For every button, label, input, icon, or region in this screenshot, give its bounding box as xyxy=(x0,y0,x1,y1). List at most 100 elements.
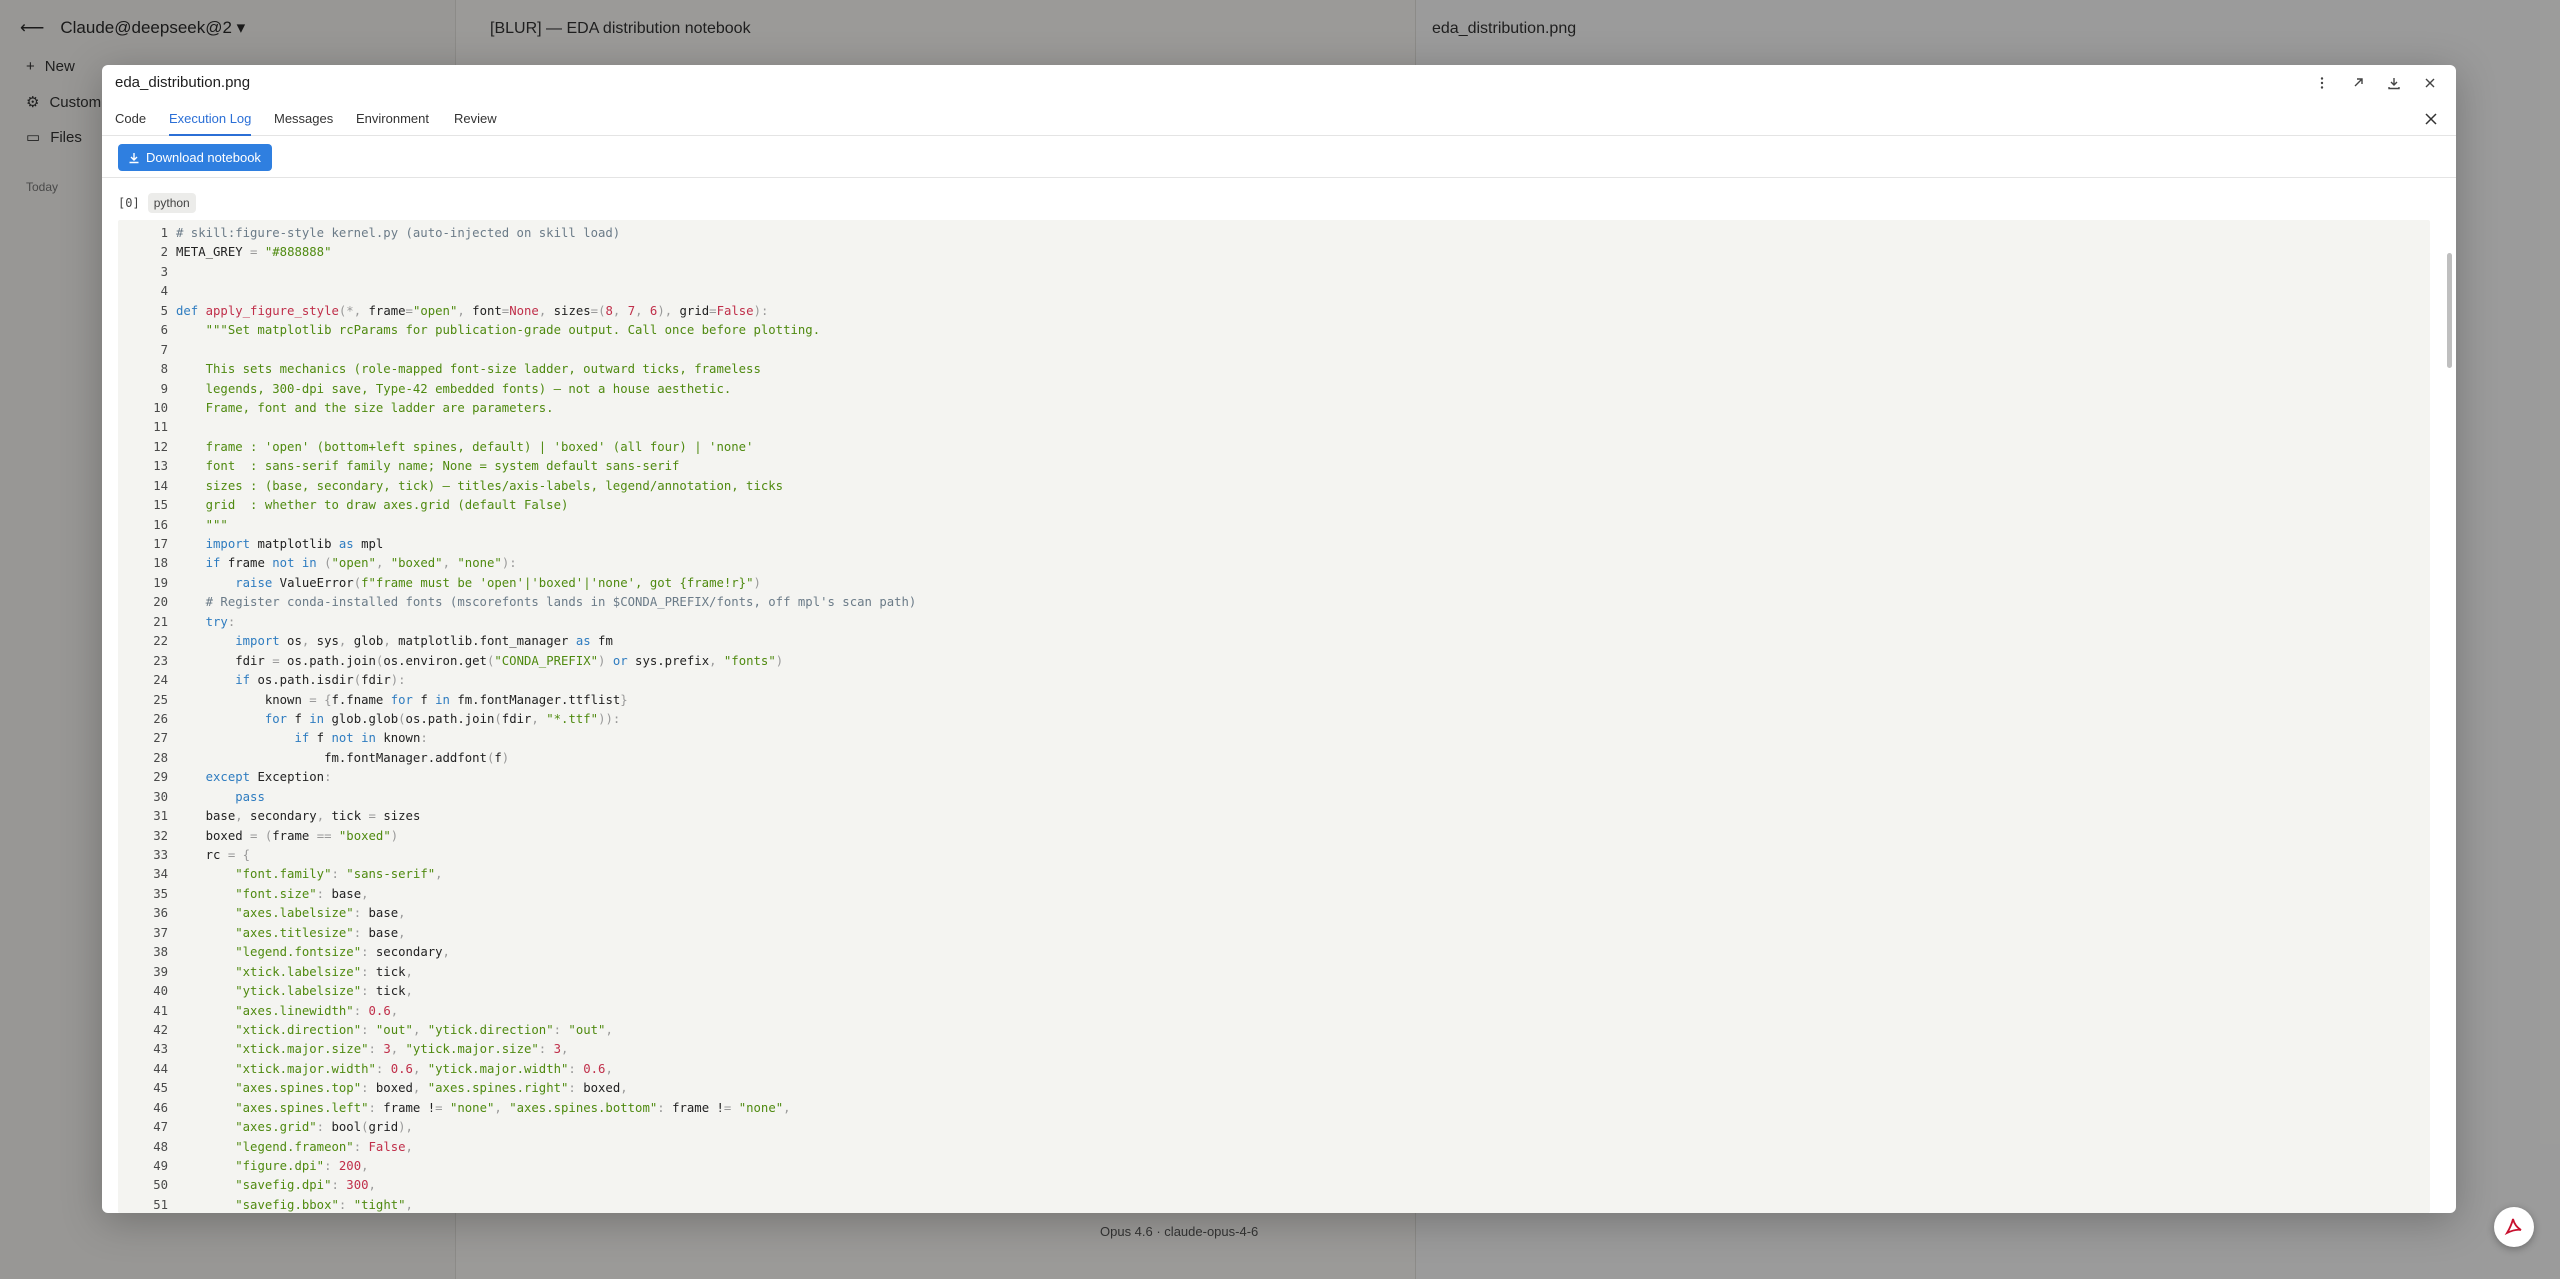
line-number: 31 xyxy=(153,809,168,824)
code-line: 18 if frame not in ("open", "boxed", "no… xyxy=(118,554,2430,573)
code-line: 13 font : sans-serif family name; None =… xyxy=(118,457,2430,476)
open-external-icon xyxy=(2354,78,2363,87)
code-text: fm.fontManager.addfont(f) xyxy=(176,750,510,765)
code-line: 47 "axes.grid": bool(grid), xyxy=(118,1118,2430,1137)
code-text: "savefig.bbox": "tight", xyxy=(235,1197,413,1212)
code-line: 3 xyxy=(118,263,2430,282)
pdf-button[interactable] xyxy=(2494,1207,2534,1247)
code-text: "axes.labelsize": base, xyxy=(235,906,406,921)
line-number: 51 xyxy=(153,1197,168,1212)
code-text: # skill:figure-style kernel.py (auto-inj… xyxy=(176,226,621,240)
line-number: 38 xyxy=(153,945,168,960)
line-number: 14 xyxy=(153,478,168,493)
code-text: "axes.spines.top": boxed, "axes.spines.r… xyxy=(235,1081,628,1096)
tab-messages[interactable]: Messages xyxy=(274,111,333,136)
modal-tabs: Code Execution Log Messages Environment … xyxy=(102,101,2456,136)
modal-actions xyxy=(2310,71,2442,95)
line-number: 29 xyxy=(153,770,168,785)
code-text: "legend.fontsize": secondary, xyxy=(235,945,450,960)
vertical-scrollbar[interactable] xyxy=(2446,183,2454,1209)
more-options-button[interactable] xyxy=(2310,71,2334,95)
code-line: 6 """Set matplotlib rcParams for publica… xyxy=(118,321,2430,340)
code-text: "figure.dpi": 200, xyxy=(235,1159,369,1173)
code-line: 19 raise ValueError(f"frame must be 'ope… xyxy=(118,574,2430,593)
line-number: 8 xyxy=(160,362,168,377)
code-text: "axes.linewidth": 0.6, xyxy=(235,1003,399,1018)
code-line: 27 if f not in known: xyxy=(118,729,2430,748)
pdf-icon xyxy=(2504,1218,2522,1236)
line-number: 34 xyxy=(153,867,168,882)
code-text: boxed = (frame == "boxed") xyxy=(176,828,399,843)
code-line: 45 "axes.spines.top": boxed, "axes.spine… xyxy=(118,1079,2430,1098)
line-number: 20 xyxy=(153,595,168,610)
line-number: 6 xyxy=(160,323,168,338)
code-line: 1 # skill:figure-style kernel.py (auto-in… xyxy=(118,224,2430,243)
tab-execution-log[interactable]: Execution Log xyxy=(169,111,252,136)
code-line: 26 for f in glob.glob(os.path.join(fdir,… xyxy=(118,710,2430,729)
code-line: 36 "axes.labelsize": base, xyxy=(118,904,2430,923)
scrollbar-thumb[interactable] xyxy=(2447,253,2452,368)
code-line: 44 "xtick.major.width": 0.6, "ytick.majo… xyxy=(118,1060,2430,1079)
code-line: 50 "savefig.dpi": 300, xyxy=(118,1176,2430,1195)
cell-index: [0] xyxy=(118,196,140,210)
code-line: 22 import os, sys, glob, matplotlib.font… xyxy=(118,632,2430,651)
code-text: raise ValueError(f"frame must be 'open'|… xyxy=(235,575,761,590)
code-text: try: xyxy=(205,614,236,629)
line-number: 1 xyxy=(160,226,168,240)
code-text: sizes : (base, secondary, tick) — titles… xyxy=(176,478,784,493)
code-text: """ xyxy=(176,517,228,532)
code-line: 33 rc = { xyxy=(118,846,2430,865)
code-text: "ytick.labelsize": tick, xyxy=(235,984,413,999)
code-line: 16 """ xyxy=(118,516,2430,535)
code-line: 29 except Exception: xyxy=(118,768,2430,787)
code-text: if frame not in ("open", "boxed", "none"… xyxy=(205,556,517,571)
download-button[interactable] xyxy=(2382,71,2406,95)
code-text: "axes.titlesize": base, xyxy=(235,925,406,940)
code-text: "axes.grid": bool(grid), xyxy=(235,1120,413,1135)
code-line: 28 fm.fontManager.addfont(f) xyxy=(118,749,2430,768)
line-number: 45 xyxy=(153,1081,168,1096)
line-number: 2 xyxy=(160,245,168,260)
download-notebook-label: Download notebook xyxy=(146,150,261,165)
code-text: "legend.frameon": False, xyxy=(235,1139,413,1154)
code-text: "xtick.direction": "out", "ytick.directi… xyxy=(235,1022,613,1037)
line-number: 5 xyxy=(160,303,168,318)
tab-environment[interactable]: Environment xyxy=(356,111,429,136)
execution-log-toolbar: Download notebook xyxy=(102,136,2456,178)
code-line: 31 base, secondary, tick = sizes xyxy=(118,807,2430,826)
code-line: 43 "xtick.major.size": 3, "ytick.major.s… xyxy=(118,1040,2430,1059)
close-button[interactable] xyxy=(2418,71,2442,95)
line-number: 47 xyxy=(153,1120,168,1135)
line-number: 44 xyxy=(153,1061,168,1076)
code-line: 41 "axes.linewidth": 0.6, xyxy=(118,1002,2430,1021)
line-number: 25 xyxy=(153,692,168,707)
line-number: 30 xyxy=(153,789,168,804)
code-text: # Register conda-installed fonts (mscore… xyxy=(176,595,917,610)
code-line: 39 "xtick.labelsize": tick, xyxy=(118,963,2430,982)
line-number: 26 xyxy=(153,711,168,726)
code-block[interactable]: 1 # skill:figure-style kernel.py (auto-in… xyxy=(118,220,2430,1213)
line-number: 4 xyxy=(160,284,168,299)
file-preview-modal: eda_distribution.png Code Execution Log … xyxy=(102,65,2456,1213)
code-text: legends, 300-dpi save, Type-42 embedded … xyxy=(176,381,732,396)
code-text: base, secondary, tick = sizes xyxy=(176,809,421,824)
open-external-button[interactable] xyxy=(2346,71,2370,95)
code-line: 48 "legend.frameon": False, xyxy=(118,1138,2430,1157)
line-number: 18 xyxy=(153,556,168,571)
line-number: 3 xyxy=(160,264,168,279)
close-panel-button[interactable] xyxy=(2420,108,2442,130)
line-number: 35 xyxy=(153,886,168,901)
tab-review[interactable]: Review xyxy=(454,111,497,136)
code-line: 42 "xtick.direction": "out", "ytick.dire… xyxy=(118,1021,2430,1040)
code-text: "xtick.major.size": 3, "ytick.major.size… xyxy=(235,1042,569,1057)
line-number: 39 xyxy=(153,964,168,979)
close-icon xyxy=(2425,78,2435,88)
code-text: def apply_figure_style(*, frame="open", … xyxy=(176,303,769,318)
download-notebook-button[interactable]: Download notebook xyxy=(118,144,272,171)
modal-header: eda_distribution.png xyxy=(102,65,2456,101)
line-number: 15 xyxy=(153,498,168,513)
code-line: 9 legends, 300-dpi save, Type-42 embedde… xyxy=(118,380,2430,399)
code-line: 5 def apply_figure_style(*, frame="open",… xyxy=(118,302,2430,321)
tab-code[interactable]: Code xyxy=(115,111,146,136)
line-number: 36 xyxy=(153,906,168,921)
